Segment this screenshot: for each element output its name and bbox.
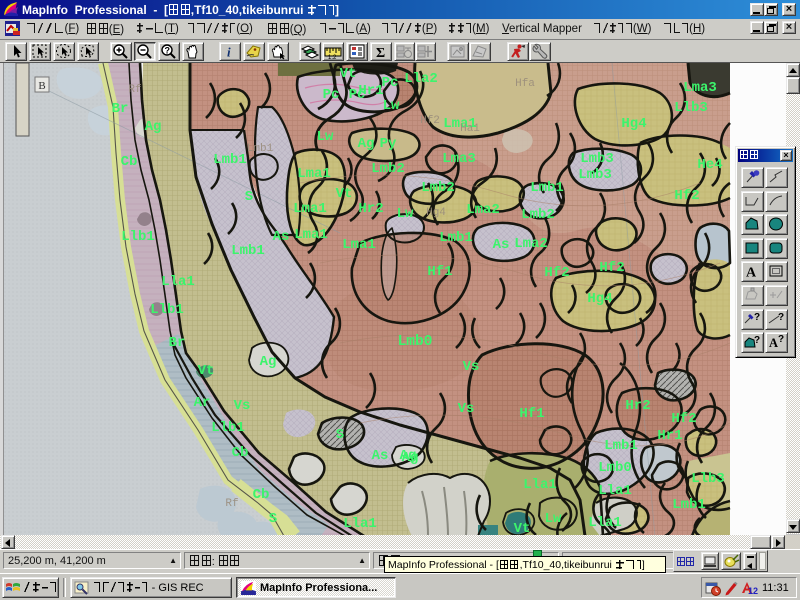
svg-text:Lma1: Lma1 [294, 227, 328, 243]
svg-text:Σ: Σ [376, 46, 385, 60]
svg-text:Lmb2: Lmb2 [421, 180, 455, 196]
svg-text:Lmb1: Lmb1 [530, 180, 564, 196]
svg-text:Llb1: Llb1 [121, 229, 155, 245]
svg-text:A: A [746, 266, 757, 281]
svg-text:Cb: Cb [232, 445, 249, 461]
svg-text:Hr2: Hr2 [358, 201, 383, 217]
svg-text:12: 12 [748, 586, 758, 596]
svg-text:As: As [493, 237, 510, 253]
svg-text:Lmb3: Lmb3 [578, 167, 612, 183]
svg-text:Lla2: Lla2 [404, 71, 438, 87]
svg-text:Lma1: Lma1 [293, 201, 327, 217]
svg-text:Lw: Lw [397, 206, 414, 222]
svg-text:Rf: Rf [225, 498, 238, 510]
svg-text:Hf2: Hf2 [599, 260, 624, 276]
svg-text:Br: Br [169, 335, 186, 351]
svg-text:Llb3: Llb3 [691, 471, 725, 487]
svg-text:Ha1: Ha1 [460, 123, 480, 135]
svg-text:1.2: 1.2 [328, 55, 337, 60]
svg-text:Ag: Ag [402, 450, 419, 466]
svg-text:Vs: Vs [234, 398, 251, 414]
svg-text:Lla1: Lla1 [588, 515, 622, 531]
svg-text:?: ? [778, 312, 784, 323]
svg-text:Lma1: Lma1 [342, 237, 376, 253]
svg-text:S: S [245, 189, 253, 205]
svg-text:As: As [273, 229, 290, 245]
svg-text:Br: Br [112, 101, 129, 117]
svg-text:Hf2: Hf2 [544, 265, 569, 281]
svg-text:As: As [372, 448, 389, 464]
svg-text:Llb1: Llb1 [150, 302, 184, 318]
svg-text:Lla1: Lla1 [523, 477, 557, 493]
svg-text:Hf2: Hf2 [671, 411, 696, 427]
svg-text:Py: Py [380, 136, 397, 152]
svg-text:Hf1: Hf1 [427, 264, 452, 280]
svg-text:Lla1: Lla1 [343, 516, 377, 532]
svg-text:Ar: Ar [194, 395, 211, 411]
svg-text:Lma3: Lma3 [442, 151, 476, 167]
svg-text:Ag: Ag [260, 354, 277, 370]
svg-text:Llb1: Llb1 [211, 420, 245, 436]
svg-text:Hf1: Hf1 [519, 406, 544, 422]
svg-text:Lma2: Lma2 [514, 236, 548, 252]
svg-text:Lmb0: Lmb0 [398, 334, 433, 350]
svg-text:Lmb1: Lmb1 [247, 143, 274, 155]
svg-text:Hf2: Hf2 [674, 188, 699, 204]
svg-text:Vt: Vt [514, 521, 531, 536]
svg-text:Lmb3: Lmb3 [580, 151, 614, 167]
svg-text:Lw: Lw [545, 511, 562, 527]
svg-text:Llb3: Llb3 [674, 100, 708, 116]
svg-text:Lmb2: Lmb2 [371, 161, 405, 177]
svg-text:?: ? [165, 46, 171, 56]
svg-text:Pc: Pc [323, 87, 340, 103]
svg-text:Lma3: Lma3 [683, 80, 717, 96]
svg-text:Vs: Vs [463, 359, 480, 375]
svg-text:Hfa: Hfa [515, 78, 535, 90]
svg-text:Lmb0: Lmb0 [598, 460, 632, 476]
svg-text:Hf2: Hf2 [420, 115, 440, 127]
svg-text:Hg4: Hg4 [587, 291, 612, 307]
svg-text:?: ? [754, 335, 760, 346]
svg-text:S: S [269, 511, 277, 527]
svg-text:Lma1: Lma1 [297, 166, 331, 182]
svg-text:i: i [227, 45, 231, 60]
svg-text:?: ? [754, 312, 760, 323]
svg-text:Lla1: Lla1 [598, 483, 632, 499]
svg-text:Lmb1: Lmb1 [213, 152, 247, 168]
svg-text:Hr1: Hr1 [657, 428, 682, 444]
svg-text:Pc: Pc [349, 87, 366, 103]
svg-text:?: ? [778, 334, 784, 345]
svg-text:Lmb1: Lmb1 [439, 230, 473, 246]
svg-text:Lmb2: Lmb2 [521, 207, 555, 223]
svg-text:Lla1: Lla1 [161, 274, 195, 290]
svg-text:Cb: Cb [253, 487, 270, 503]
svg-text:Hg4: Hg4 [621, 116, 646, 132]
svg-text:Hr2: Hr2 [625, 398, 650, 414]
svg-text:Vs: Vs [458, 401, 475, 417]
svg-text:Vt: Vt [336, 186, 353, 202]
svg-text:Ag: Ag [145, 119, 162, 135]
svg-text:A: A [769, 336, 778, 350]
svg-text:S: S [336, 427, 344, 443]
svg-text:Cb: Cb [121, 154, 138, 170]
svg-text:Lw: Lw [383, 98, 400, 114]
svg-text:Ag: Ag [358, 136, 375, 152]
svg-text:Lmb1: Lmb1 [231, 243, 265, 259]
svg-text:Vt: Vt [198, 363, 215, 379]
svg-text:He4: He4 [697, 157, 722, 173]
svg-text:Lma2: Lma2 [466, 202, 500, 218]
svg-text:Vt: Vt [340, 66, 357, 82]
svg-text:Lmb1: Lmb1 [604, 438, 638, 454]
svg-text:Hg4: Hg4 [426, 207, 446, 219]
svg-text:Pc: Pc [382, 75, 399, 91]
svg-text:Lw: Lw [317, 129, 334, 145]
svg-text:Rf: Rf [128, 84, 141, 96]
svg-text:Lmb1: Lmb1 [672, 497, 706, 513]
